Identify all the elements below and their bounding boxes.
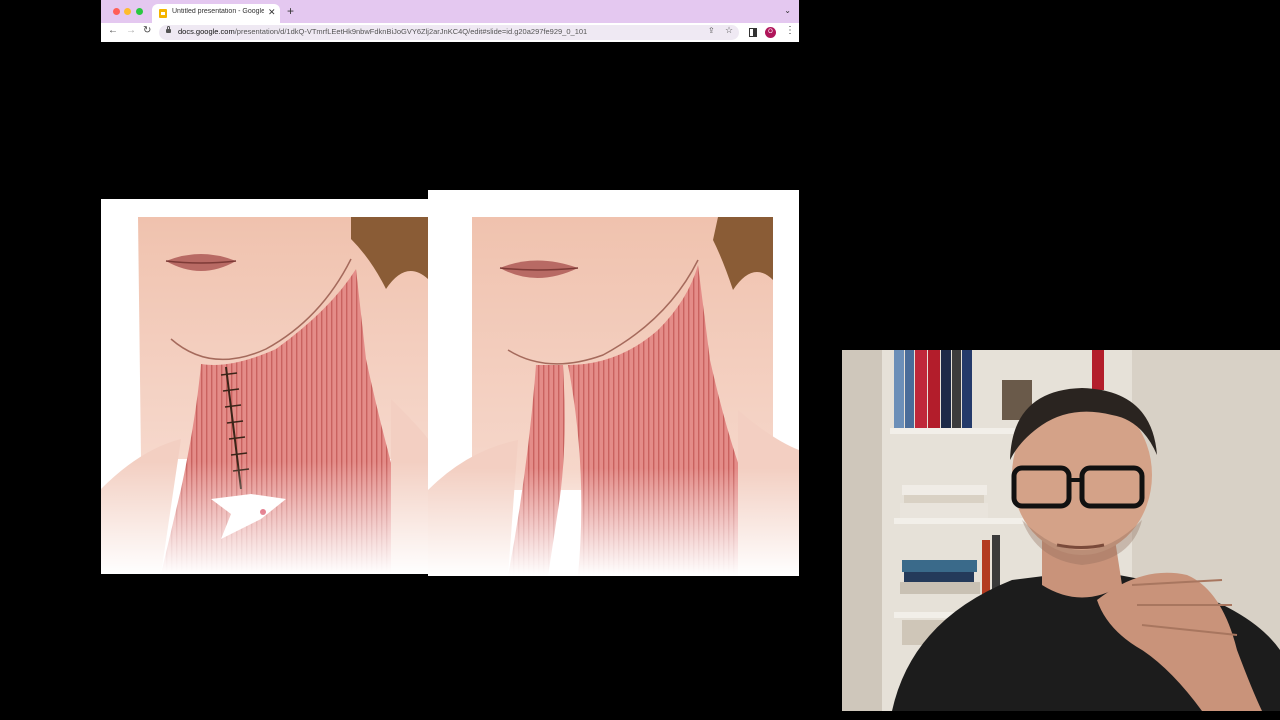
- back-button[interactable]: ←: [108, 25, 118, 36]
- forward-button[interactable]: →: [126, 25, 136, 36]
- url-path: /presentation/d/1dkQ-VTmrfLEetHk9nbwFdkn…: [234, 27, 588, 36]
- browser-tab[interactable]: Untitled presentation - Google ✕: [152, 4, 280, 23]
- browser-menu-icon[interactable]: ⋮: [785, 25, 795, 36]
- url-host: docs.google.com: [178, 27, 235, 36]
- share-icon[interactable]: ⇪: [708, 26, 715, 35]
- slide-image-left: [101, 199, 428, 574]
- tab-title: Untitled presentation - Google: [172, 8, 264, 15]
- presenter-webcam: [842, 350, 1280, 711]
- bookmark-star-icon[interactable]: ☆: [725, 25, 733, 36]
- reload-button[interactable]: ↻: [143, 25, 151, 36]
- new-tab-button[interactable]: +: [287, 4, 294, 18]
- close-tab-icon[interactable]: ✕: [268, 7, 276, 18]
- address-bar[interactable]: docs.google.com/presentation/d/1dkQ-VTmr…: [159, 25, 739, 40]
- tab-search-button[interactable]: ⌄: [784, 6, 791, 15]
- minimize-window-button[interactable]: [124, 8, 131, 15]
- google-slides-icon: [159, 9, 167, 18]
- browser-toolbar: ← → ↻ docs.google.com/presentation/d/1dk…: [101, 23, 799, 42]
- presenter-video-frame: [842, 350, 1280, 711]
- browser-window: Untitled presentation - Google ✕ + ⌄ ← →…: [101, 0, 799, 42]
- neck-bands-illustration: [428, 190, 799, 576]
- url-text[interactable]: docs.google.com/presentation/d/1dkQ-VTmr…: [178, 27, 587, 36]
- lock-icon[interactable]: [166, 26, 171, 33]
- maximize-window-button[interactable]: [136, 8, 143, 15]
- side-panel-icon[interactable]: [749, 28, 757, 37]
- close-window-button[interactable]: [113, 8, 120, 15]
- slide-image-right: [428, 190, 799, 576]
- profile-avatar[interactable]: O: [765, 27, 776, 38]
- tab-bar: Untitled presentation - Google ✕ + ⌄: [101, 0, 799, 23]
- neck-stitched-illustration: [101, 199, 428, 574]
